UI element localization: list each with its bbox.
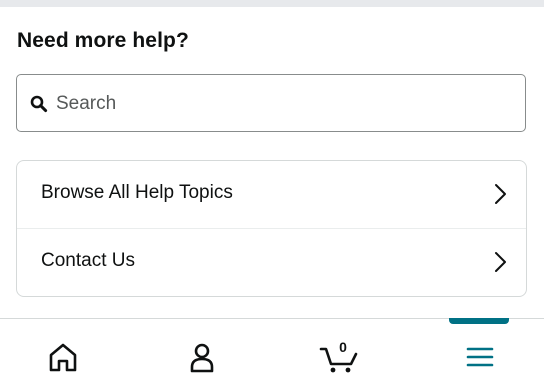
nav-cart-button[interactable]: 0 [318, 337, 362, 377]
nav-account-button[interactable] [180, 337, 224, 377]
home-icon [49, 343, 77, 372]
menu-icon [466, 347, 494, 367]
help-links-card: Browse All Help Topics Contact Us [16, 160, 527, 297]
bottom-nav: 0 [0, 319, 544, 392]
help-link-label: Browse All Help Topics [41, 182, 233, 203]
nav-menu-button[interactable] [458, 337, 502, 377]
nav-home-button[interactable] [41, 337, 85, 377]
cart-count-badge: 0 [339, 339, 347, 355]
active-tab-indicator [449, 318, 509, 324]
account-icon [190, 343, 214, 373]
chevron-right-icon [495, 252, 506, 272]
search-input[interactable] [56, 89, 516, 119]
page-title: Need more help? [17, 29, 189, 52]
search-icon [30, 95, 48, 113]
help-link-browse-topics[interactable]: Browse All Help Topics [17, 161, 526, 229]
help-link-contact-us[interactable]: Contact Us [17, 229, 526, 296]
help-link-label: Contact Us [41, 250, 135, 271]
search-box[interactable] [16, 74, 526, 132]
top-divider-strip [0, 0, 544, 7]
chevron-right-icon [495, 184, 506, 204]
